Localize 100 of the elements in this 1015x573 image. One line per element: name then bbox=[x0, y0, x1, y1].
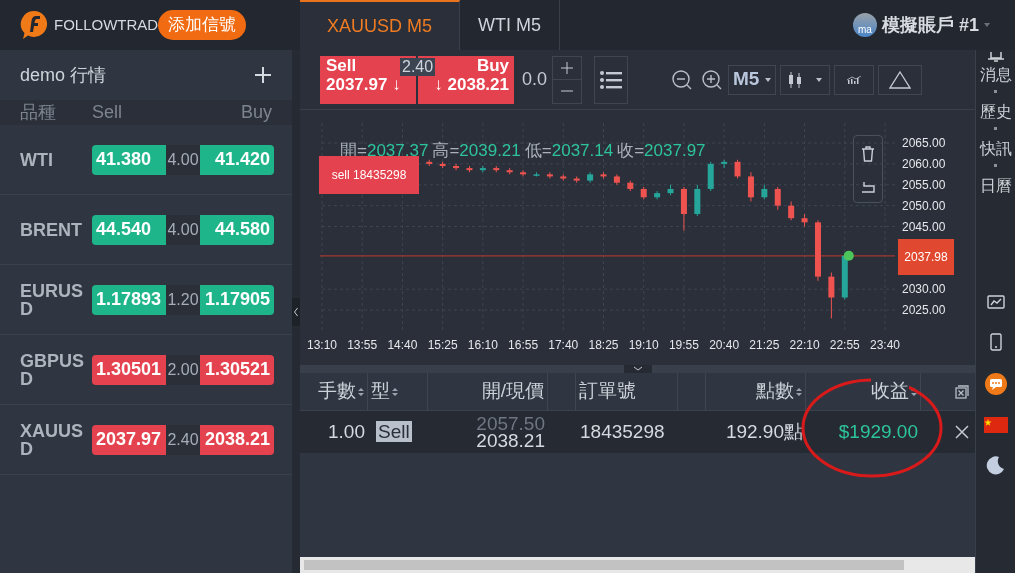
side-menu-item[interactable]: 消息 bbox=[979, 66, 1012, 84]
plus-icon bbox=[561, 61, 573, 74]
x-axis-label: 22:10 bbox=[789, 338, 820, 352]
sort-icon[interactable] bbox=[358, 386, 364, 397]
lot-field[interactable]: 0.0 bbox=[518, 66, 552, 93]
column-header: Sell bbox=[92, 101, 123, 124]
candle bbox=[613, 173, 620, 186]
triangle-icon bbox=[889, 70, 912, 89]
candle bbox=[479, 165, 486, 173]
candle bbox=[520, 169, 527, 177]
caret-icon[interactable] bbox=[984, 23, 990, 27]
undo-icon[interactable] bbox=[861, 180, 875, 193]
close-icon[interactable] bbox=[955, 425, 969, 439]
horizontal-scrollbar[interactable] bbox=[300, 557, 975, 573]
brand-name: FOLLOWTRAD bbox=[54, 14, 159, 35]
sell-price-button[interactable]: 1.30501 bbox=[92, 354, 167, 385]
collapse-icon[interactable] bbox=[292, 297, 300, 326]
candle bbox=[801, 213, 808, 228]
table-cell-text: 1.00 bbox=[327, 419, 366, 444]
bell-icon[interactable] bbox=[986, 52, 1005, 62]
candle bbox=[587, 171, 594, 184]
flag-icon[interactable] bbox=[983, 417, 1008, 433]
candle bbox=[815, 219, 821, 282]
x-axis-label: 16:55 bbox=[508, 338, 539, 352]
timeframe-dropdown[interactable]: M5 bbox=[728, 64, 777, 95]
current-price: 2038.21 bbox=[476, 432, 545, 449]
spread-value: 4.00 bbox=[166, 144, 200, 175]
candle bbox=[560, 173, 567, 182]
logo-icon bbox=[20, 10, 48, 40]
trash-icon[interactable] bbox=[861, 145, 875, 162]
ohlc-label: 低= bbox=[524, 140, 552, 162]
candle bbox=[546, 171, 553, 180]
profit-value: $1929.00 bbox=[837, 419, 919, 444]
ohlc-value: 2039.21 bbox=[459, 140, 521, 162]
add-signal-button[interactable]: 添加信號 bbox=[158, 10, 247, 40]
table-cell-text: 192.90點 bbox=[724, 419, 804, 444]
panel-title: demo 行情 bbox=[20, 63, 107, 87]
account-avatar[interactable]: ma bbox=[852, 13, 877, 37]
x-axis-label: 17:40 bbox=[548, 338, 579, 352]
add-icon[interactable] bbox=[254, 66, 272, 84]
candle bbox=[600, 171, 607, 180]
order-type: Sell bbox=[376, 420, 412, 442]
candle bbox=[453, 163, 460, 171]
zoom-in-icon[interactable] bbox=[702, 69, 722, 90]
phone-icon[interactable] bbox=[989, 333, 1002, 351]
y-axis-label: 2025.00 bbox=[902, 303, 946, 318]
moon-icon[interactable] bbox=[985, 455, 1006, 475]
y-axis-label: 2045.00 bbox=[902, 219, 946, 234]
side-menu-item[interactable]: 歷史 bbox=[979, 103, 1012, 121]
y-axis-label: 2050.00 bbox=[902, 198, 946, 213]
account-name[interactable]: 模擬賬戶 #1 bbox=[881, 11, 979, 39]
symbol-name[interactable]: XAUUSD bbox=[20, 421, 92, 458]
sort-icon[interactable] bbox=[796, 386, 802, 397]
drawing-tool-button[interactable] bbox=[878, 64, 923, 95]
y-axis-label: 2060.00 bbox=[902, 156, 946, 171]
side-menu-item[interactable]: 快訊 bbox=[979, 140, 1012, 158]
x-axis-label: 15:25 bbox=[427, 338, 458, 352]
table-cell-text: 18435298 bbox=[579, 419, 666, 444]
candle bbox=[828, 271, 835, 319]
buy-price-button[interactable]: 1.30521 bbox=[199, 354, 274, 385]
zoom-out-icon[interactable] bbox=[672, 69, 692, 90]
x-axis-label: 22:55 bbox=[829, 338, 860, 352]
caret-icon bbox=[816, 77, 823, 82]
buy-price-button[interactable]: 2038.21 bbox=[199, 424, 274, 455]
ohlc-label: 收= bbox=[617, 140, 645, 162]
sort-icon[interactable] bbox=[392, 386, 398, 397]
x-axis-label: 19:10 bbox=[628, 338, 659, 352]
x-axis-label: 20:40 bbox=[709, 338, 740, 352]
ohlc-label: 高= bbox=[432, 140, 460, 162]
candle bbox=[533, 171, 540, 177]
spread-value: 1.20 bbox=[166, 284, 200, 315]
symbol-name[interactable]: BRENT bbox=[20, 220, 92, 239]
symbol-name[interactable]: EURUSD bbox=[20, 281, 92, 318]
x-axis-label: 16:10 bbox=[467, 338, 498, 352]
candle bbox=[734, 159, 741, 180]
symbol-name[interactable]: WTI bbox=[20, 150, 92, 169]
spread-value: 4.00 bbox=[166, 214, 200, 245]
symbol-name[interactable]: GBPUSD bbox=[20, 351, 92, 388]
order-list-button[interactable] bbox=[594, 55, 628, 104]
ohlc-value: 2037.97 bbox=[644, 140, 706, 162]
chevron-icon[interactable] bbox=[623, 365, 652, 373]
sell-price-button[interactable]: 2037.97 bbox=[92, 424, 167, 455]
candlestick-icon bbox=[788, 70, 803, 89]
indicator-button[interactable] bbox=[834, 64, 875, 95]
chart-tab[interactable]: XAUUSD M5 bbox=[300, 0, 460, 50]
chart-type-dropdown[interactable] bbox=[780, 64, 831, 95]
x-axis-label: 14:40 bbox=[387, 338, 418, 352]
candle bbox=[774, 186, 781, 211]
restore-icon[interactable] bbox=[955, 384, 969, 399]
y-axis-label: 2065.00 bbox=[902, 136, 946, 151]
spread-value: 2.40 bbox=[166, 424, 200, 455]
spread-value: 2.00 bbox=[166, 354, 200, 385]
side-menu-item[interactable]: 日曆 bbox=[979, 177, 1012, 195]
chart-tab[interactable]: WTI M5 bbox=[460, 0, 560, 50]
chart-icon[interactable] bbox=[986, 295, 1005, 311]
position-row[interactable]: 1.00 Sell 2057.50 2038.21 18435298 192.90點 $1929.00 bbox=[300, 411, 975, 453]
x-axis-label: 19:55 bbox=[668, 338, 699, 352]
order-label[interactable]: sell 18435298 bbox=[319, 156, 419, 194]
ohlc-value: 2037.14 bbox=[551, 140, 614, 162]
chat-icon[interactable] bbox=[984, 373, 1007, 395]
